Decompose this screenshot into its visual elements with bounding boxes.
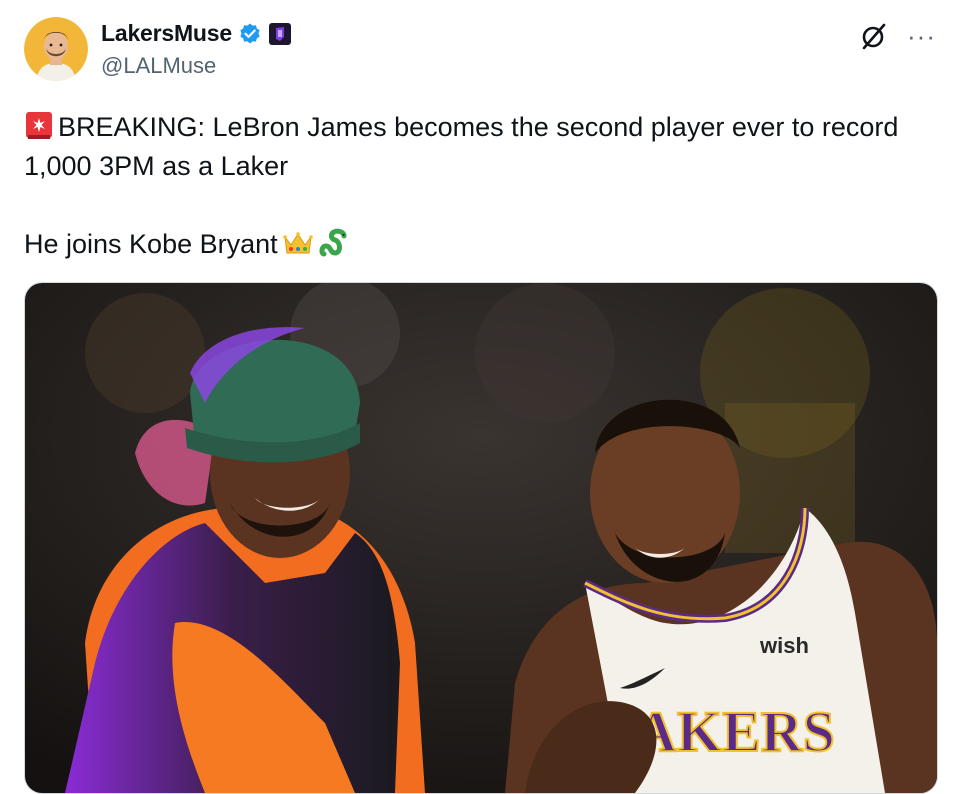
avatar[interactable] xyxy=(24,17,88,81)
jersey-sponsor: wish xyxy=(759,633,809,658)
top-actions: ··· xyxy=(859,21,936,51)
tweet-media-photo[interactable]: AKERS wish xyxy=(24,282,938,794)
name-row: LakersMuse xyxy=(101,20,292,47)
tweet-line-2-text: He joins Kobe Bryant xyxy=(24,229,278,259)
tweet-line-1: BREAKING: LeBron James becomes the secon… xyxy=(24,108,936,186)
verified-badge-icon xyxy=(238,22,262,46)
tweet-header: LakersMuse @LALMuse ··· xyxy=(24,17,936,81)
rotating-light-emoji-icon xyxy=(24,110,54,140)
crown-emoji-icon xyxy=(282,228,314,258)
handle[interactable]: @LALMuse xyxy=(101,53,216,79)
display-name[interactable]: LakersMuse xyxy=(101,20,232,47)
tweet-line-2: He joins Kobe Bryant xyxy=(24,225,936,264)
purple-affiliate-badge-icon[interactable] xyxy=(268,22,292,46)
jersey-text: AKERS xyxy=(635,699,835,764)
tweet-line-1-text: BREAKING: LeBron James becomes the secon… xyxy=(24,112,899,181)
snake-emoji-icon xyxy=(318,228,350,258)
grok-slash-icon[interactable] xyxy=(859,21,889,51)
more-options-icon[interactable]: ··· xyxy=(907,23,936,49)
tweet-text: BREAKING: LeBron James becomes the secon… xyxy=(24,108,936,264)
